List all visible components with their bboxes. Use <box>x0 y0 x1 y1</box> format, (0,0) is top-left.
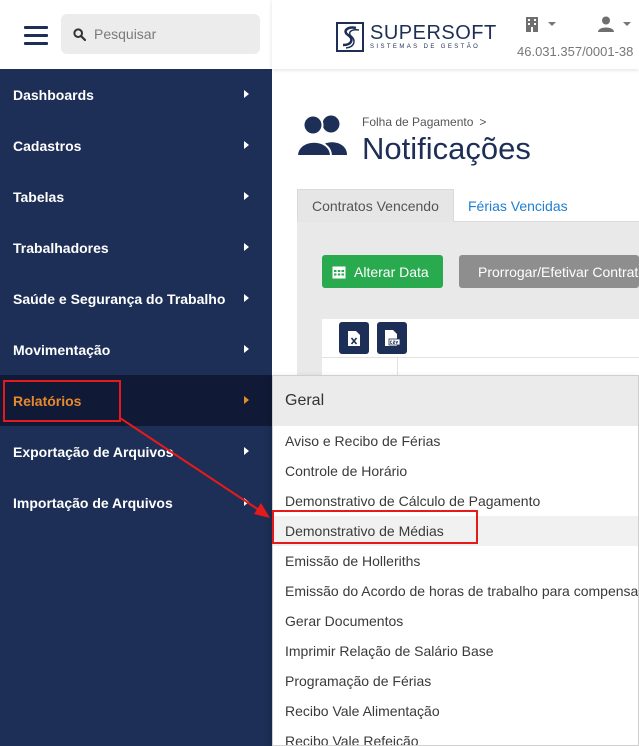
dropdown-item-controle-horario[interactable]: Controle de Horário <box>273 456 638 486</box>
alter-date-button[interactable]: Alterar Data <box>322 255 443 288</box>
chevron-right-icon <box>244 294 249 302</box>
button-label: Alterar Data <box>354 263 429 280</box>
sidebar-item-saude-seguranca[interactable]: Saúde e Segurança do Trabalho <box>0 273 272 324</box>
chevron-right-icon <box>244 141 249 149</box>
sidebar-item-label: Movimentação <box>13 341 111 358</box>
dropdown-item-demonstrativo-calculo[interactable]: Demonstrativo de Cálculo de Pagamento <box>273 486 638 516</box>
tab-ferias-vencidas[interactable]: Férias Vencidas <box>454 189 582 222</box>
dropdown-item-imprimir-relacao-salario[interactable]: Imprimir Relação de Salário Base <box>273 636 638 666</box>
top-header: SUPERSOFT SISTEMAS DE GESTÃO 46.031.357/… <box>272 0 639 69</box>
sidebar-menu: Dashboards Cadastros Tabelas Trabalhador… <box>0 69 272 528</box>
chevron-right-icon <box>244 243 249 251</box>
sidebar-item-trabalhadores[interactable]: Trabalhadores <box>0 222 272 273</box>
sidebar-item-label: Cadastros <box>13 137 82 154</box>
chevron-right-icon <box>244 447 249 455</box>
grid-column-divider <box>397 357 398 377</box>
sidebar-item-dashboards[interactable]: Dashboards <box>0 69 272 120</box>
csv-file-icon <box>385 330 400 346</box>
dropdown-item-recibo-vale-alimentacao[interactable]: Recibo Vale Alimentação <box>273 696 638 726</box>
relatorios-dropdown: Geral Aviso e Recibo de Férias Controle … <box>272 375 639 746</box>
sidebar-item-label: Tabelas <box>13 188 65 205</box>
caret-down-icon <box>623 22 631 26</box>
chevron-right-icon <box>244 498 249 506</box>
company-selector[interactable] <box>525 16 556 32</box>
sidebar-item-label: Trabalhadores <box>13 239 109 256</box>
logo-name: SUPERSOFT <box>370 22 497 44</box>
breadcrumb-separator: > <box>479 115 487 129</box>
grid-divider <box>322 357 639 358</box>
dropdown-item-emissao-acordo-horas[interactable]: Emissão do Acordo de horas de trabalho p… <box>273 576 638 606</box>
user-icon <box>598 16 614 32</box>
users-icon <box>297 114 347 156</box>
sidebar-item-movimentacao[interactable]: Movimentação <box>0 324 272 375</box>
chevron-right-icon <box>244 90 249 98</box>
extend-contract-button[interactable]: Prorrogar/Efetivar Contrato <box>459 255 639 288</box>
dropdown-section-header: Geral <box>273 376 638 426</box>
dropdown-item-emissao-holleriths[interactable]: Emissão de Holleriths <box>273 546 638 576</box>
dropdown-item-recibo-vale-refeicao[interactable]: Recibo Vale Refeição <box>273 726 638 745</box>
export-csv-button[interactable] <box>377 322 407 354</box>
company-cnpj: 46.031.357/0001-38 <box>517 44 634 59</box>
tab-label: Contratos Vencendo <box>312 198 439 214</box>
tab-label: Férias Vencidas <box>468 197 568 214</box>
company-logo: SUPERSOFT SISTEMAS DE GESTÃO <box>336 22 497 52</box>
page-title: Notificações <box>362 131 531 166</box>
search-box[interactable] <box>61 14 260 54</box>
sidebar-item-label: Relatórios <box>13 392 82 409</box>
chevron-right-icon <box>244 345 249 353</box>
button-label: Prorrogar/Efetivar Contrato <box>478 263 639 280</box>
sidebar-item-relatorios[interactable]: Relatórios <box>0 375 272 426</box>
dropdown-item-aviso-recibo-ferias[interactable]: Aviso e Recibo de Férias <box>273 426 638 456</box>
chevron-right-icon <box>244 396 249 404</box>
sidebar-top <box>0 0 272 69</box>
sidebar-item-exportacao[interactable]: Exportação de Arquivos <box>0 426 272 477</box>
caret-down-icon <box>548 22 556 26</box>
hamburger-icon[interactable] <box>24 25 48 45</box>
breadcrumb-link[interactable]: Folha de Pagamento <box>362 115 473 129</box>
tab-contratos-vencendo[interactable]: Contratos Vencendo <box>297 189 454 222</box>
logo-subtitle: SISTEMAS DE GESTÃO <box>370 44 481 50</box>
sidebar-item-label: Dashboards <box>13 86 94 103</box>
chevron-right-icon <box>244 192 249 200</box>
sidebar-item-cadastros[interactable]: Cadastros <box>0 120 272 171</box>
sidebar-item-label: Saúde e Segurança do Trabalho <box>13 290 226 307</box>
breadcrumb: Folha de Pagamento > <box>362 115 486 129</box>
user-menu[interactable] <box>598 16 631 32</box>
building-icon <box>526 17 538 32</box>
sidebar: Dashboards Cadastros Tabelas Trabalhador… <box>0 0 272 746</box>
dropdown-item-demonstrativo-medias[interactable]: Demonstrativo de Médias <box>273 516 638 546</box>
search-icon <box>73 27 86 41</box>
dropdown-item-programacao-ferias[interactable]: Programação de Férias <box>273 666 638 696</box>
supersoft-logo-icon <box>336 22 364 52</box>
excel-file-icon <box>348 330 360 346</box>
calendar-icon <box>332 266 346 278</box>
export-excel-button[interactable] <box>339 322 369 354</box>
sidebar-item-tabelas[interactable]: Tabelas <box>0 171 272 222</box>
sidebar-item-importacao[interactable]: Importação de Arquivos <box>0 477 272 528</box>
dropdown-item-gerar-documentos[interactable]: Gerar Documentos <box>273 606 638 636</box>
sidebar-item-label: Importação de Arquivos <box>13 494 173 511</box>
search-input[interactable] <box>94 26 244 42</box>
sidebar-item-label: Exportação de Arquivos <box>13 443 174 460</box>
